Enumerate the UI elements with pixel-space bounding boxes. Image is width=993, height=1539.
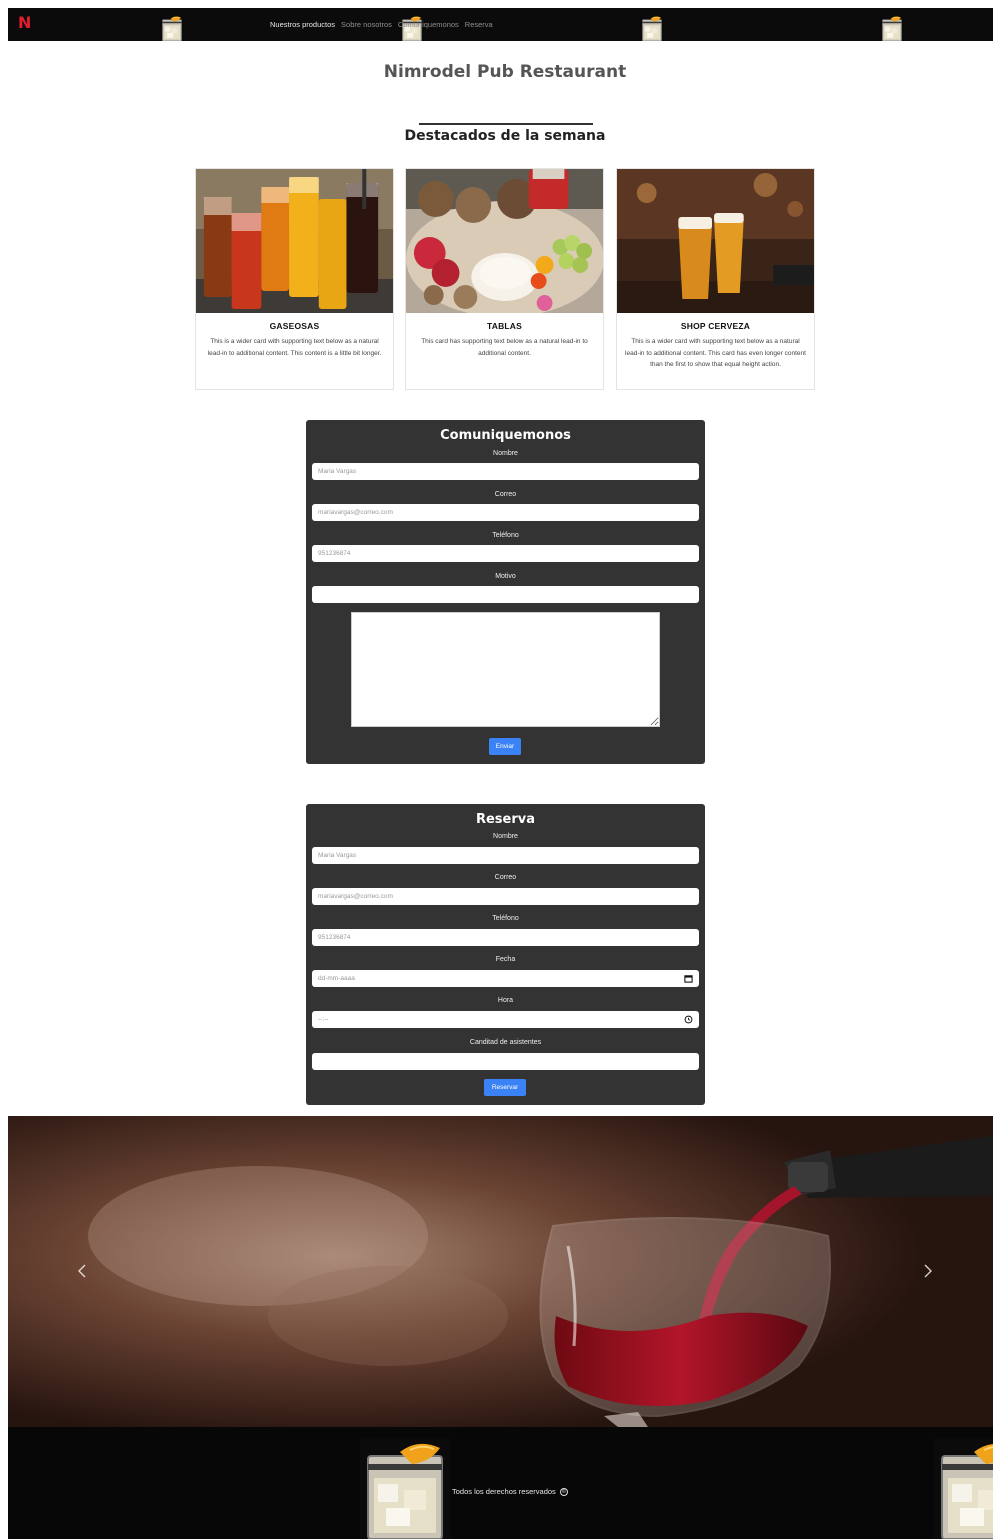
reservation-name-input[interactable]: [312, 847, 699, 864]
name-label: Nombre: [493, 450, 518, 457]
product-card-shop-cerveza: SHOP CERVEZA This is a wider card with s…: [616, 168, 815, 390]
reservation-guests-input[interactable]: [312, 1053, 699, 1070]
contact-phone-input[interactable]: [312, 545, 699, 562]
reservation-form: Reserva Nombre Correo Teléfono Fecha dd-…: [306, 804, 705, 1105]
reservation-form-title: Reserva: [475, 812, 536, 827]
reservation-time-input[interactable]: --:--: [312, 1011, 699, 1028]
card-title: SHOP CERVEZA: [680, 321, 751, 331]
contact-form-title: Comuniquemonos: [440, 428, 571, 443]
date-placeholder: dd-mm-aaaa: [318, 975, 355, 982]
time-placeholder: --:--: [318, 1016, 329, 1023]
clock-icon[interactable]: [684, 1015, 693, 1024]
phone-label: Teléfono: [492, 915, 519, 922]
section-title: Destacados de la semana: [404, 128, 606, 144]
footer: Todos los derechos reservados ©: [8, 1427, 993, 1539]
beer-glasses-photo: [617, 169, 814, 313]
chevron-right-icon: [924, 1264, 932, 1278]
contact-name-input[interactable]: [312, 463, 699, 480]
navbar: N Nuestros productos Sobre nosotros Comu…: [8, 8, 993, 41]
nav-link-comuniquemonos[interactable]: Comuniquemonos: [398, 20, 459, 29]
site-title: Nimrodel Pub Restaurant: [383, 62, 627, 82]
copyright-icon: ©: [559, 1488, 568, 1497]
cocktail-image: [874, 15, 910, 41]
section-divider: [419, 123, 593, 125]
reservation-date-input[interactable]: dd-mm-aaaa: [312, 970, 699, 987]
calendar-icon[interactable]: [684, 974, 693, 983]
image-carousel: [8, 1116, 993, 1427]
soda-drinks-photo: [196, 169, 393, 313]
nav-link-productos[interactable]: Nuestros productos: [270, 20, 335, 29]
chevron-left-icon: [78, 1264, 86, 1278]
card-text: This is a wider card with supporting tex…: [625, 338, 806, 369]
carousel-prev-button[interactable]: [72, 1260, 92, 1282]
cheese-board-photo: [406, 169, 603, 313]
email-label: Correo: [494, 874, 517, 881]
brand-logo[interactable]: N: [18, 13, 31, 32]
footer-copyright: Todos los derechos reservados ©: [452, 1487, 568, 1497]
nav-link-sobre-nosotros[interactable]: Sobre nosotros: [341, 20, 392, 29]
name-label: Nombre: [493, 833, 518, 840]
card-text: This card has supporting text below as a…: [421, 338, 588, 357]
nav-links: Nuestros productos Sobre nosotros Comuni…: [270, 20, 493, 29]
time-label: Hora: [497, 997, 514, 1004]
card-title: GASEOSAS: [269, 321, 320, 331]
red-wine-pour-photo: [8, 1116, 993, 1427]
cocktail-image: [154, 15, 190, 41]
product-card-tablas: TABLAS This card has supporting text bel…: [405, 168, 604, 390]
reason-label: Motivo: [495, 573, 516, 580]
email-label: Correo: [494, 491, 517, 498]
contact-reason-input[interactable]: [312, 586, 699, 603]
cocktail-image: [634, 15, 670, 41]
send-button[interactable]: Enviar: [489, 738, 521, 755]
carousel-next-button[interactable]: [918, 1260, 938, 1282]
date-label: Fecha: [495, 956, 516, 963]
cocktail-image: [934, 1438, 993, 1539]
contact-form: Comuniquemonos Nombre Correo Teléfono Mo…: [306, 420, 705, 764]
reservation-email-input[interactable]: [312, 888, 699, 905]
footer-text: Todos los derechos reservados: [452, 1487, 556, 1496]
contact-email-input[interactable]: [312, 504, 699, 521]
reserve-button[interactable]: Reservar: [484, 1079, 526, 1096]
cocktail-image: [360, 1438, 450, 1539]
card-title: TABLAS: [486, 321, 523, 331]
guests-label: Canditad de asistentes: [469, 1039, 542, 1046]
contact-message-textarea[interactable]: [351, 612, 660, 727]
phone-label: Teléfono: [492, 532, 519, 539]
nav-link-reserva[interactable]: Reserva: [465, 20, 493, 29]
product-card-gaseosas: GASEOSAS This is a wider card with suppo…: [195, 168, 394, 390]
reservation-phone-input[interactable]: [312, 929, 699, 946]
card-text: This is a wider card with supporting tex…: [207, 338, 382, 357]
